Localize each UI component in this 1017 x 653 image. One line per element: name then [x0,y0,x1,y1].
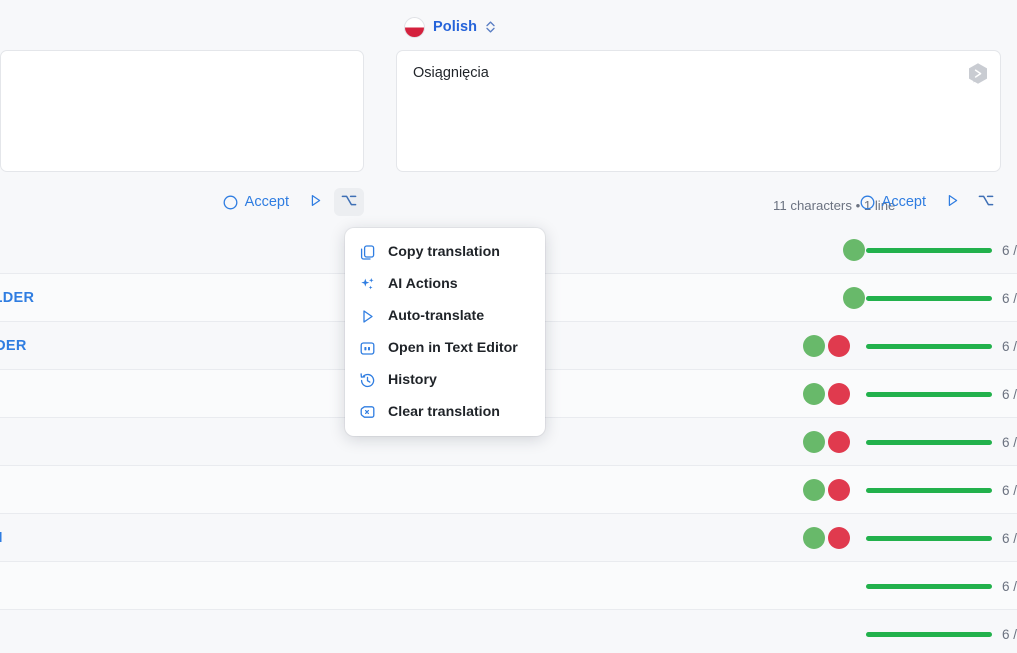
menu-item-label: Auto-translate [388,308,485,324]
progress-bar [866,536,992,541]
status-dot-green[interactable] [803,479,825,501]
target-text: Osiągnięcia [413,65,489,81]
progress-bar [866,584,992,589]
target-pane: Polish Osiągnięcia 11 characters • 1 lin… [380,0,1017,226]
menu-item-clear-translation[interactable]: Clear translation [345,396,545,428]
progress-bar [866,440,992,445]
row-count-label: 6 / [1001,530,1017,546]
row-key-label: LDER [0,338,27,354]
menu-item-label: AI Actions [388,276,458,292]
source-textarea[interactable] [0,50,364,172]
play-icon [945,193,960,211]
row-count-label: 6 / [1001,578,1017,594]
target-pane-toolbar: Accept [396,186,1001,218]
row-status-dots [803,418,850,466]
option-key-icon [978,193,994,211]
row-status-dots [803,466,850,514]
menu-item-label: Open in Text Editor [388,340,518,356]
row-count-label: 6 / [1001,434,1017,450]
play-icon [308,193,323,211]
table-row[interactable]: N 6 / [0,514,1017,562]
row-count-label: 6 / [1001,482,1017,498]
row-status-dots [803,514,850,562]
row-status-dots [803,370,850,418]
target-accept-label: Accept [881,194,926,210]
source-accept-label: Accept [244,194,289,210]
status-dot-red[interactable] [828,527,850,549]
target-pane-header: Polish [380,0,1017,54]
source-auto-translate-button[interactable] [300,188,330,216]
target-auto-translate-button[interactable] [937,188,967,216]
progress-bar [866,344,992,349]
status-dot-red[interactable] [828,335,850,357]
menu-item-copy-translation[interactable]: Copy translation [345,236,545,268]
circle-icon [860,195,875,210]
row-count-label: 6 / [1001,338,1017,354]
row-status-dots [843,226,865,274]
table-row[interactable]: 6 / [0,562,1017,610]
app-root: Accept Polish Osiągnięcia 11 characters … [0,0,1017,653]
source-text [1,51,363,75]
source-pane-toolbar: Accept [0,186,364,218]
chevron-updown-icon[interactable] [485,20,496,34]
progress-bar [866,632,992,637]
status-dot-green[interactable] [803,527,825,549]
status-dot-green[interactable] [803,383,825,405]
target-language-label[interactable]: Polish [433,19,477,35]
status-dot-green[interactable] [803,335,825,357]
row-status-dots [803,322,850,370]
row-status-dots [843,274,865,322]
source-more-options-button[interactable] [334,188,364,216]
translation-context-menu: Copy translation AI Actions Auto-translate… [345,228,545,436]
row-count-label: 6 / [1001,386,1017,402]
progress-bar [866,392,992,397]
status-dot-green[interactable] [843,287,865,309]
target-more-options-button[interactable] [971,188,1001,216]
progress-bar [866,248,992,253]
table-row[interactable]: 6 / [0,466,1017,514]
menu-item-auto-translate[interactable]: Auto-translate [345,300,545,332]
progress-bar [866,296,992,301]
status-dot-red[interactable] [828,431,850,453]
row-count-label: 6 / [1001,242,1017,258]
sparkles-icon [359,276,376,293]
menu-item-history[interactable]: History [345,364,545,396]
target-textarea[interactable]: Osiągnięcia [396,50,1001,172]
play-icon [359,308,376,325]
translation-editor: Accept Polish Osiągnięcia 11 characters … [0,0,1017,226]
clear-tag-icon [359,404,376,421]
menu-item-ai-actions[interactable]: AI Actions [345,268,545,300]
menu-item-open-in-text-editor[interactable]: Open in Text Editor [345,332,545,364]
progress-bar [866,488,992,493]
row-count-label: 6 / [1001,290,1017,306]
row-key-label: OLDER [0,290,35,306]
row-key-label: N [0,514,3,562]
source-accept-button[interactable]: Accept [216,189,296,215]
history-icon [359,372,376,389]
menu-item-label: History [388,372,437,388]
poland-flag-icon [404,16,425,38]
status-dot-green[interactable] [843,239,865,261]
status-dot-red[interactable] [828,479,850,501]
text-editor-icon [359,340,376,357]
menu-item-label: Copy translation [388,244,500,260]
circle-icon [223,195,238,210]
status-dot-green[interactable] [803,431,825,453]
status-dot-red[interactable] [828,383,850,405]
source-pane-header [0,0,380,54]
copy-icon [359,244,376,261]
table-row[interactable]: 6 / [0,610,1017,653]
source-pane: Accept [0,0,380,226]
hex-play-badge-icon[interactable] [967,62,989,86]
target-accept-button[interactable]: Accept [853,189,933,215]
menu-item-label: Clear translation [388,404,500,420]
row-count-label: 6 / [1001,626,1017,642]
option-key-icon [341,193,357,211]
